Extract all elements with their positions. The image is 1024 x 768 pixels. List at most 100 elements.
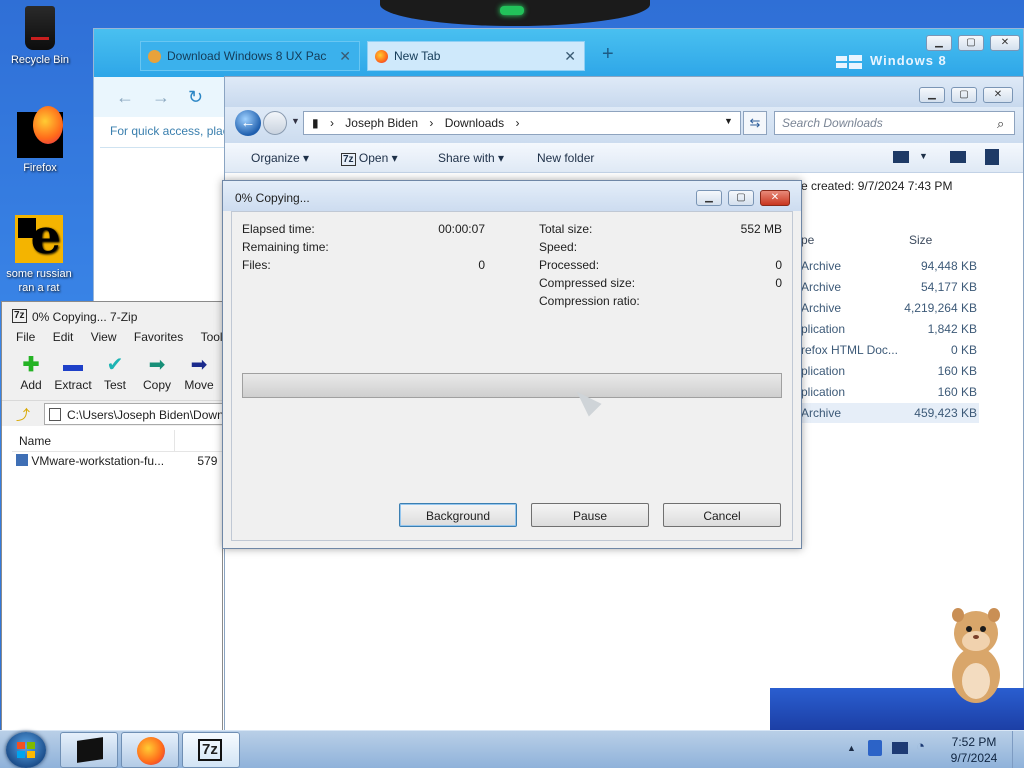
tray-app-icon[interactable] xyxy=(868,740,882,756)
taskbar-7zip-app[interactable]: 7z xyxy=(182,732,240,768)
breadcrumb-joseph-biden[interactable]: Joseph Biden xyxy=(345,116,418,130)
tray-expand-icon[interactable]: ▲ xyxy=(847,743,856,753)
test-button[interactable]: ✔ Test xyxy=(94,354,136,392)
tab-close-icon[interactable]: ✕ xyxy=(339,48,351,65)
browser-close-button[interactable]: ✕ xyxy=(990,35,1020,51)
type-column-header[interactable]: pe xyxy=(801,233,814,247)
dialog-maximize-button[interactable]: ▢ xyxy=(728,190,754,206)
menu-favorites[interactable]: Favorites xyxy=(134,330,183,344)
browser-maximize-button[interactable]: ▢ xyxy=(958,35,984,51)
table-row[interactable]: refox HTML Doc... 0 KB xyxy=(799,340,979,360)
dialog-minimize-button[interactable]: ▁ xyxy=(696,190,722,206)
hamster-mascot-image xyxy=(952,608,1000,703)
explorer-back-button[interactable]: ← xyxy=(235,110,261,136)
stat-label: Total size: xyxy=(539,222,593,236)
preview-pane-icon[interactable] xyxy=(950,151,966,163)
pause-button[interactable]: Pause xyxy=(531,503,649,527)
taskbar-firefox-app[interactable] xyxy=(121,732,179,768)
show-desktop-button[interactable] xyxy=(1012,731,1024,768)
tab-close-icon[interactable]: ✕ xyxy=(564,48,576,65)
explorer-close-button[interactable]: ✕ xyxy=(983,87,1013,103)
browser-tab-download[interactable]: Download Windows 8 UX Pac ✕ xyxy=(140,41,360,71)
explorer-forward-button[interactable] xyxy=(263,111,287,135)
7zip-window: 7z 0% Copying... 7-Zip File Edit View Fa… xyxy=(1,301,229,733)
add-button[interactable]: ✚ Add xyxy=(10,354,52,392)
help-icon[interactable] xyxy=(985,149,999,165)
new-tab-plus-icon[interactable]: + xyxy=(602,43,614,66)
table-row[interactable]: Archive 4,219,264 KB xyxy=(799,298,979,318)
address-path-box[interactable]: ▮ › Joseph Biden › Downloads › ▼ xyxy=(303,111,741,135)
organize-menu[interactable]: Organize ▾ xyxy=(251,151,309,165)
file-type: Archive xyxy=(801,406,842,420)
open-menu[interactable]: 7z Open ▾ xyxy=(341,151,398,166)
windows-8-brand-label: Windows 8 xyxy=(870,53,947,68)
black-box-icon xyxy=(77,737,103,763)
explorer-minimize-button[interactable]: ▁ xyxy=(919,87,945,103)
desktop-icon-rat-file[interactable]: e some russian ran a rat xyxy=(0,213,78,295)
explorer-title-bar: ▁ ▢ ✕ xyxy=(225,77,1023,107)
nav-divider xyxy=(100,147,230,148)
table-row[interactable]: Archive 54,177 KB xyxy=(799,277,979,297)
menu-file[interactable]: File xyxy=(16,330,35,344)
search-downloads-input[interactable]: Search Downloads xyxy=(774,111,1015,135)
file-size: 459,423 KB xyxy=(914,406,977,420)
stat-label: Speed: xyxy=(539,240,578,254)
taskbar-explorer-app[interactable] xyxy=(60,732,118,768)
menu-edit[interactable]: Edit xyxy=(53,330,74,344)
list-item[interactable]: VMware-workstation-fu... 579 xyxy=(16,454,217,468)
browser-tab-new[interactable]: New Tab ✕ xyxy=(367,41,585,71)
copy-button[interactable]: ➡ Copy xyxy=(136,354,178,392)
views-icon[interactable] xyxy=(893,151,909,163)
tray-clock[interactable]: 7:52 PM 9/7/2024 xyxy=(942,734,1006,766)
file-type: Archive xyxy=(801,259,842,273)
search-icon[interactable]: ⌕ xyxy=(997,116,1004,132)
organize-label: Organize xyxy=(251,151,300,165)
7zip-icon: 7z xyxy=(12,309,27,323)
table-row[interactable]: plication 160 KB xyxy=(799,382,979,402)
tab-title: New Tab xyxy=(394,49,441,63)
stat-label: Compression ratio: xyxy=(539,294,640,308)
cancel-button[interactable]: Cancel xyxy=(663,503,781,527)
name-column-header[interactable]: Name xyxy=(12,430,224,452)
notch-led-indicator xyxy=(500,6,524,15)
size-column-header[interactable]: Size xyxy=(909,233,932,247)
extract-button[interactable]: ▬ Extract xyxy=(52,354,94,392)
desktop-icon-firefox[interactable]: Firefox xyxy=(1,106,79,174)
explorer-maximize-button[interactable]: ▢ xyxy=(951,87,977,103)
new-folder-button[interactable]: New folder xyxy=(537,151,594,165)
start-button[interactable] xyxy=(6,732,46,768)
volume-icon[interactable]: ◔ xyxy=(916,738,925,755)
stat-value: 0 xyxy=(775,276,782,290)
dialog-close-button[interactable]: ✕ xyxy=(760,190,790,206)
reload-icon[interactable]: ↻ xyxy=(188,87,203,108)
back-arrow-icon[interactable]: ← xyxy=(116,87,134,108)
breadcrumb-downloads[interactable]: Downloads xyxy=(445,116,504,130)
folder-up-icon[interactable]: ⤴ xyxy=(16,405,30,425)
table-row[interactable]: Archive 459,423 KB xyxy=(799,403,979,423)
forward-arrow-icon[interactable]: → xyxy=(152,87,170,108)
move-button[interactable]: ➡ Move xyxy=(178,354,220,392)
file-name: VMware-workstation-fu... xyxy=(31,454,165,468)
table-row[interactable]: plication 160 KB xyxy=(799,361,979,381)
background-button[interactable]: Background xyxy=(399,503,517,527)
taskbar: 7z ▲ ◔ 7:52 PM 9/7/2024 xyxy=(0,730,1024,768)
table-row[interactable]: plication 1,842 KB xyxy=(799,319,979,339)
file-type: plication xyxy=(801,322,846,336)
address-dropdown-icon[interactable]: ▼ xyxy=(724,116,733,126)
network-icon[interactable] xyxy=(892,742,908,754)
history-dropdown-icon[interactable]: ▼ xyxy=(291,116,300,126)
drive-icon xyxy=(49,408,61,421)
7zip-icon: 7z xyxy=(341,153,356,166)
stat-value: 0 xyxy=(775,258,782,272)
7zip-path-input[interactable]: C:\Users\Joseph Biden\Down xyxy=(44,403,224,425)
refresh-icon[interactable]: ⇆ xyxy=(743,111,767,135)
stat-value: 552 MB xyxy=(740,222,782,236)
desktop-icon-recycle-bin[interactable]: Recycle Bin xyxy=(1,6,79,66)
views-dropdown-icon[interactable]: ▼ xyxy=(919,151,928,161)
table-row[interactable]: Archive 94,448 KB xyxy=(799,256,979,276)
7zip-title-bar: 7z 0% Copying... 7-Zip xyxy=(2,302,222,330)
browser-minimize-button[interactable]: ▁ xyxy=(926,35,952,51)
firefox-icon xyxy=(17,106,63,158)
menu-view[interactable]: View xyxy=(91,330,117,344)
share-with-menu[interactable]: Share with ▾ xyxy=(438,151,504,165)
